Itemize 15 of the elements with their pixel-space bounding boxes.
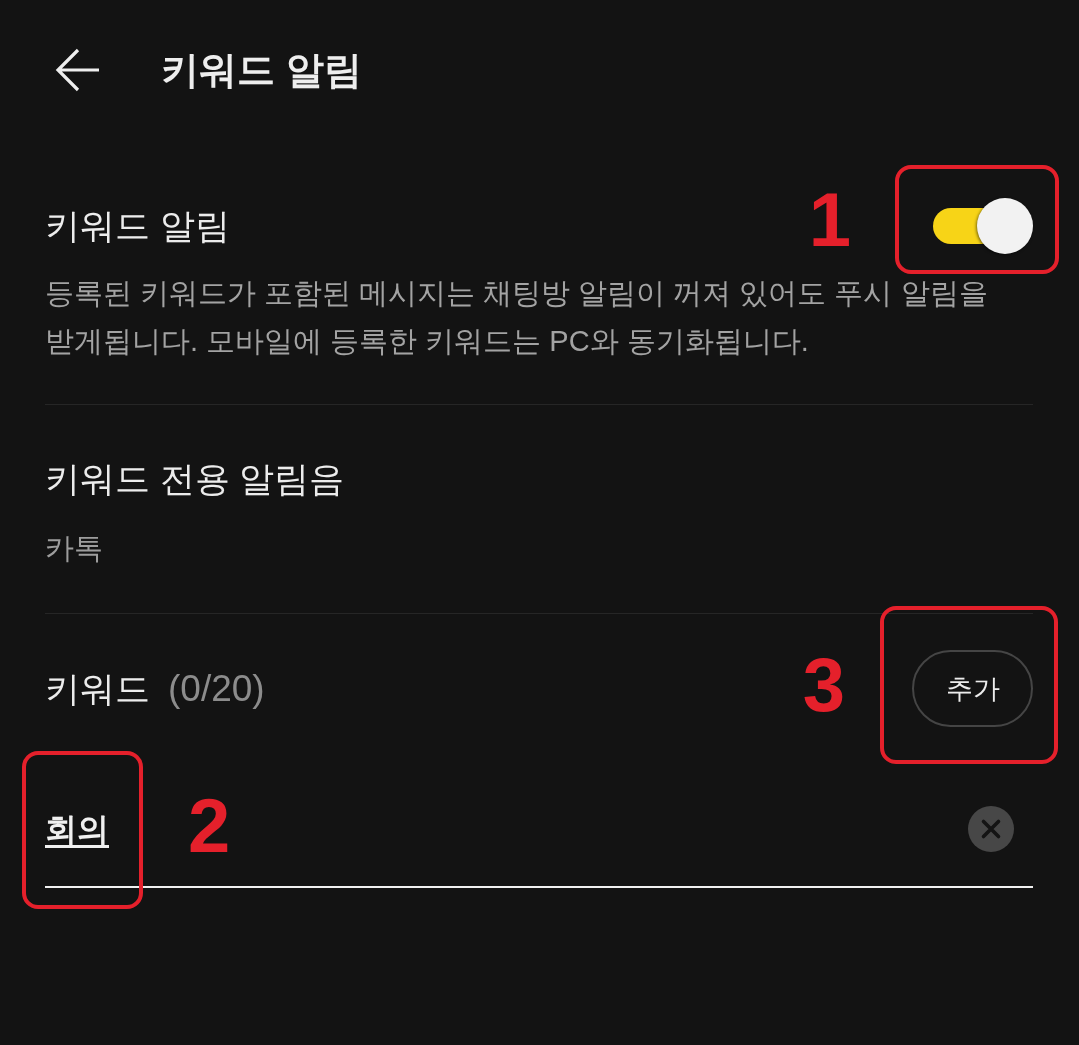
setting-value: 카톡 xyxy=(45,531,103,566)
setting-description: 등록된 키워드가 포함된 메시지는 채팅방 알림이 꺼져 있어도 푸시 알림을 받게됩니다. 모바일에 등록한 키워드는 PC와 동기화됩니다. xyxy=(45,276,989,359)
setting-title[interactable]: 키워드 전용 알림음 xyxy=(45,457,345,501)
section-title: 키워드 xyxy=(45,667,150,710)
annotation-number: 1 xyxy=(808,182,851,258)
back-arrow-icon[interactable] xyxy=(55,47,101,93)
annotation-number: 2 xyxy=(188,788,231,864)
keyword-text: 회의 xyxy=(45,810,109,849)
keyword-count: (0/20) xyxy=(168,666,265,711)
page-title: 키워드 알림 xyxy=(161,48,362,93)
add-button[interactable]: 추가 xyxy=(912,650,1033,727)
toggle-switch[interactable] xyxy=(933,198,1033,254)
keyword-input-field[interactable]: 회의 2 xyxy=(45,788,1033,888)
setting-title: 키워드 알림 xyxy=(45,205,230,247)
annotation-number: 3 xyxy=(802,646,845,723)
